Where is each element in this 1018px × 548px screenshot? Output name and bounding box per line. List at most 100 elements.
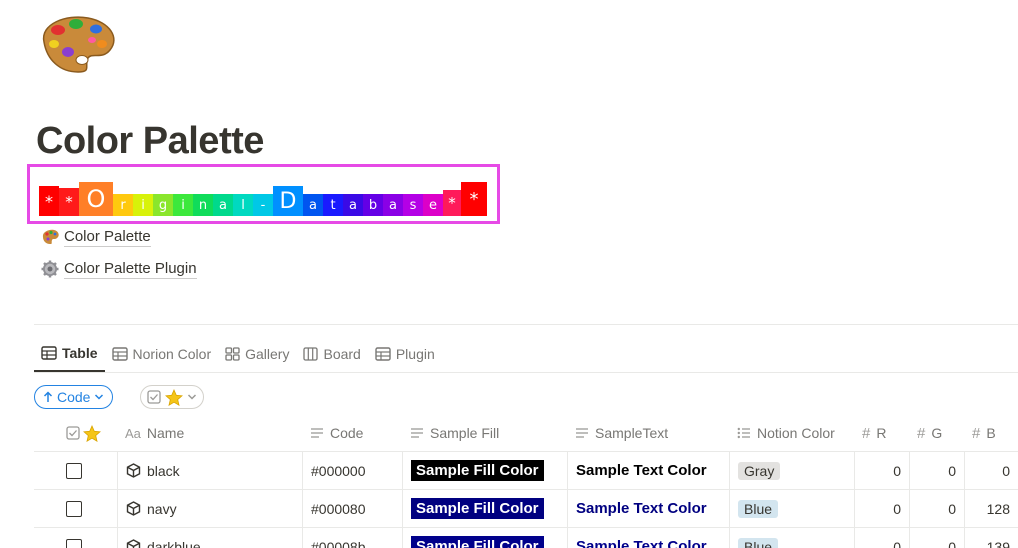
column-header-g[interactable]: # G	[909, 415, 964, 451]
g-value-cell[interactable]: 0	[909, 528, 964, 548]
tab-gallery[interactable]: Gallery	[218, 336, 296, 372]
page-link-color-palette-plugin[interactable]: Color Palette Plugin	[40, 259, 197, 279]
table-row[interactable]: navy #000080 Sample Fill Color Sample Text …	[34, 489, 1018, 527]
row-checkbox-cell[interactable]	[34, 452, 117, 489]
column-label: R	[876, 425, 887, 441]
sample-fill: Sample Fill Color	[411, 536, 544, 548]
checkbox-filter-chip[interactable]	[140, 385, 205, 409]
table-row[interactable]: darkblue #00008b Sample Fill Color Sample T…	[34, 527, 1018, 548]
sample-fill-cell[interactable]: Sample Fill Color	[402, 528, 567, 548]
gear-icon	[40, 259, 60, 279]
list-icon	[737, 427, 750, 439]
r-value: 0	[893, 462, 901, 479]
r-value-cell[interactable]: 0	[854, 490, 909, 527]
section-divider	[34, 324, 1018, 325]
text-lines-icon	[311, 428, 323, 438]
rainbow-letter: i	[173, 194, 193, 216]
sort-label: Code	[57, 389, 91, 405]
filter-bar: Code	[34, 385, 205, 409]
rainbow-letter: s	[403, 194, 423, 216]
views-divider	[34, 372, 1018, 373]
notion-color-tag: Blue	[738, 537, 779, 548]
artist-palette-icon	[40, 227, 60, 247]
row-checkbox-cell[interactable]	[34, 490, 117, 527]
rainbow-letter: *	[39, 186, 59, 216]
notion-color-cell[interactable]: Blue	[729, 490, 854, 527]
name-cell[interactable]: black	[117, 452, 302, 489]
row-checkbox[interactable]	[66, 500, 82, 517]
tab-label: Table	[62, 345, 98, 361]
row-checkbox-cell[interactable]	[34, 528, 117, 548]
rainbow-letter: g	[153, 194, 173, 216]
r-value: 0	[893, 500, 901, 517]
rainbow-letter: l	[233, 194, 253, 216]
page-icon[interactable]	[36, 12, 118, 74]
notion-color-tag: Blue	[738, 499, 779, 518]
column-header-b[interactable]: # B	[964, 415, 1018, 451]
rainbow-letter: n	[193, 194, 213, 216]
tab-board[interactable]: Board	[296, 336, 367, 372]
sample-fill: Sample Fill Color	[411, 498, 544, 519]
column-label: Notion Color	[757, 425, 835, 441]
rainbow-letter: b	[363, 194, 383, 216]
hash-icon: #	[917, 424, 926, 442]
b-value-cell[interactable]: 0	[964, 452, 1018, 489]
arrow-up-icon	[43, 391, 53, 402]
sample-text-cell[interactable]: Sample Text Color	[567, 452, 729, 489]
sample-fill-cell[interactable]: Sample Fill Color	[402, 452, 567, 489]
name-cell[interactable]: navy	[117, 490, 302, 527]
rainbow-letter: a	[383, 194, 403, 216]
column-header-code[interactable]: Code	[302, 415, 402, 451]
sample-text-cell[interactable]: Sample Text Color	[567, 490, 729, 527]
row-checkbox[interactable]	[66, 462, 82, 479]
name-cell[interactable]: darkblue	[117, 528, 302, 548]
b-value-cell[interactable]: 139	[964, 528, 1018, 548]
sample-text: Sample Text Color	[576, 538, 707, 548]
page-link-color-palette[interactable]: Color Palette	[40, 227, 151, 247]
notion-color-cell[interactable]: Gray	[729, 452, 854, 489]
tab-label: Board	[323, 346, 361, 362]
column-label: Code	[330, 425, 364, 441]
sample-fill-cell[interactable]: Sample Fill Color	[402, 490, 567, 527]
r-value-cell[interactable]: 0	[854, 528, 909, 548]
g-value-cell[interactable]: 0	[909, 452, 964, 489]
tab-label: Norion Color	[132, 346, 212, 362]
column-header-sample-text[interactable]: SampleText	[567, 415, 729, 451]
table-header-row: Aa Name Code Sample Fill SampleText Noti…	[34, 415, 1018, 451]
column-header-r[interactable]: # R	[854, 415, 909, 451]
r-value-cell[interactable]: 0	[854, 452, 909, 489]
b-value: 128	[986, 500, 1010, 517]
rainbow-letter: D	[273, 186, 303, 216]
color-code: #000000	[311, 462, 366, 479]
cube-icon	[126, 501, 141, 516]
b-value-cell[interactable]: 128	[964, 490, 1018, 527]
column-header-name[interactable]: Aa Name	[117, 415, 302, 451]
b-value: 0	[1002, 462, 1010, 479]
checkbox-icon	[66, 426, 80, 440]
column-label: Name	[146, 425, 185, 441]
tab-norion-color[interactable]: Norion Color	[105, 336, 219, 372]
code-cell[interactable]: #00008b	[302, 528, 402, 548]
notion-color-tag: Gray	[738, 461, 781, 480]
star-icon	[83, 424, 101, 442]
sort-code-chip[interactable]: Code	[34, 385, 114, 409]
column-header-notion-color[interactable]: Notion Color	[729, 415, 854, 451]
column-header-sample-fill[interactable]: Sample Fill	[402, 415, 567, 451]
code-cell[interactable]: #000080	[302, 490, 402, 527]
column-header-checkbox[interactable]	[34, 415, 117, 451]
cube-icon	[126, 463, 141, 478]
code-cell[interactable]: #000000	[302, 452, 402, 489]
sample-text-cell[interactable]: Sample Text Color	[567, 528, 729, 548]
rainbow-letter: *	[59, 188, 79, 216]
tab-table[interactable]: Table	[34, 336, 105, 372]
row-checkbox[interactable]	[66, 538, 82, 548]
notion-color-cell[interactable]: Blue	[729, 528, 854, 548]
rainbow-letter: t	[323, 194, 343, 216]
tab-plugin[interactable]: Plugin	[368, 336, 442, 372]
table-row[interactable]: black #000000 Sample Fill Color Sample Text…	[34, 451, 1018, 489]
sample-text: Sample Text Color	[576, 500, 707, 517]
artist-palette-icon	[42, 16, 115, 73]
page-link-label: Color Palette	[64, 227, 151, 247]
g-value-cell[interactable]: 0	[909, 490, 964, 527]
rainbow-letter: r	[113, 194, 133, 216]
